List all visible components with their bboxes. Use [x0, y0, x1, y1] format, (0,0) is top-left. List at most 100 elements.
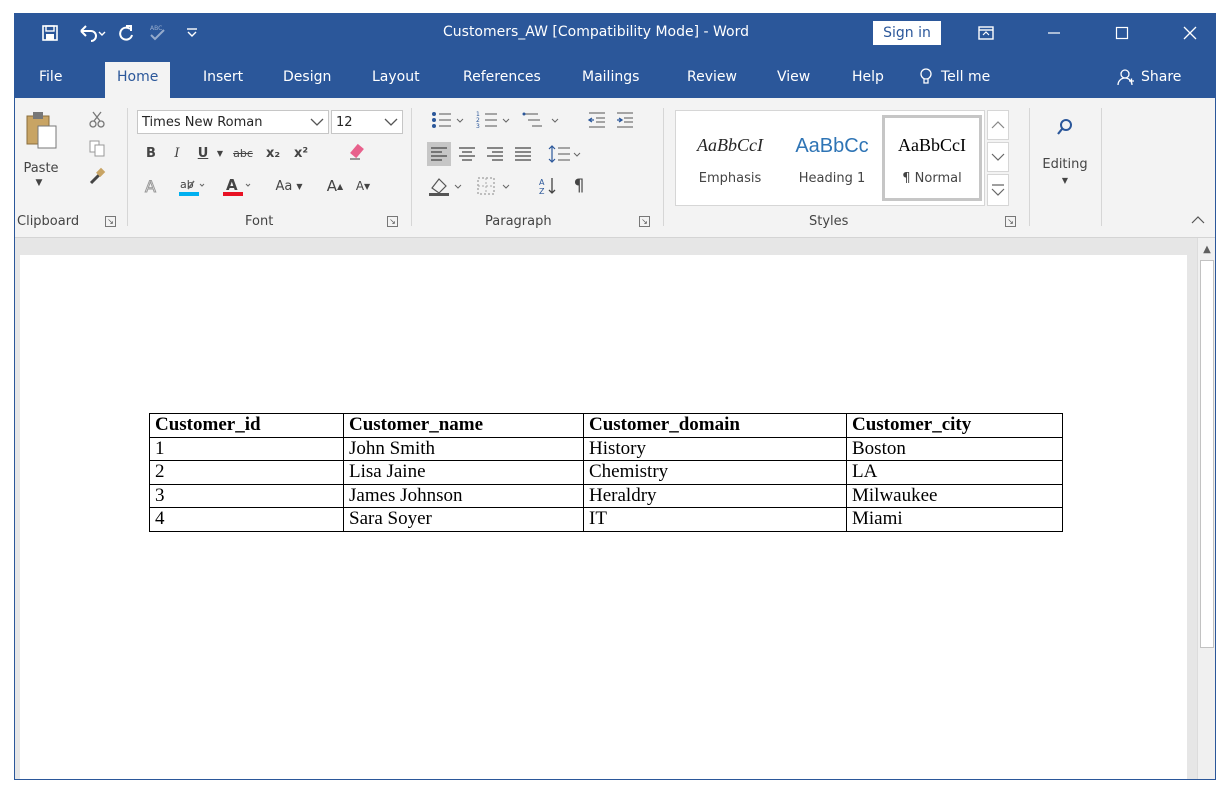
styles-scroll-down-icon[interactable] — [987, 142, 1009, 172]
paragraph-launcher-icon[interactable]: ↘ — [639, 216, 650, 227]
customer-table[interactable]: Customer_id Customer_name Customer_domai… — [149, 413, 1063, 532]
tell-me-search[interactable]: Tell me — [919, 66, 990, 88]
customize-qat-icon[interactable] — [181, 20, 203, 46]
style-emphasis[interactable]: AaBbCcI Emphasis — [680, 115, 780, 201]
table-cell[interactable]: LA — [846, 460, 1063, 485]
decrease-indent-icon[interactable] — [585, 108, 609, 132]
tab-help[interactable]: Help — [852, 66, 884, 98]
numbering-icon[interactable]: 123 — [473, 108, 517, 132]
vertical-scrollbar[interactable]: ▲ — [1197, 238, 1215, 779]
increase-indent-icon[interactable] — [613, 108, 637, 132]
copy-icon[interactable] — [85, 136, 109, 160]
strikethrough-button[interactable]: abc — [229, 142, 257, 164]
table-cell[interactable]: 4 — [149, 507, 344, 532]
sign-in-button[interactable]: Sign in — [873, 21, 941, 45]
align-left-icon[interactable] — [427, 142, 451, 166]
scroll-up-icon[interactable]: ▲ — [1200, 242, 1214, 256]
text-effects-icon[interactable]: A — [139, 174, 165, 198]
table-cell[interactable]: 3 — [149, 483, 344, 508]
minimize-icon[interactable] — [1031, 14, 1077, 52]
paste-dropdown-icon[interactable]: ▼ — [29, 176, 49, 190]
table-header-cell[interactable]: Customer_domain — [583, 413, 847, 438]
style-heading-1[interactable]: AaBbCc Heading 1 — [782, 115, 882, 201]
redo-icon[interactable] — [113, 20, 139, 46]
tab-mailings[interactable]: Mailings — [582, 66, 639, 98]
tab-file[interactable]: File — [39, 66, 62, 98]
font-name-combo[interactable]: Times New Roman — [137, 110, 329, 134]
table-cell[interactable]: Boston — [846, 436, 1063, 461]
table-cell[interactable]: IT — [583, 507, 847, 532]
cut-icon[interactable] — [85, 108, 109, 132]
table-cell[interactable]: Heraldry — [583, 483, 847, 508]
table-header-cell[interactable]: Customer_id — [149, 413, 344, 438]
borders-icon[interactable] — [473, 174, 517, 198]
table-cell[interactable]: James Johnson — [343, 483, 584, 508]
styles-scroll-up-icon[interactable] — [987, 110, 1009, 140]
text-highlight-icon[interactable]: ab — [175, 174, 209, 198]
font-color-icon[interactable]: A — [219, 174, 255, 198]
ribbon-display-options-icon[interactable] — [963, 14, 1009, 52]
table-cell[interactable]: 2 — [149, 460, 344, 485]
underline-dropdown-icon[interactable]: ▼ — [213, 142, 227, 164]
styles-launcher-icon[interactable]: ↘ — [1005, 216, 1016, 227]
tab-home[interactable]: Home — [105, 62, 171, 98]
share-button[interactable]: Share — [1117, 66, 1181, 88]
spelling-check-icon[interactable]: ABC — [143, 20, 171, 46]
shading-icon[interactable] — [425, 174, 469, 198]
tab-design[interactable]: Design — [283, 66, 331, 98]
scrollbar-thumb[interactable] — [1200, 260, 1214, 648]
paste-label[interactable]: Paste — [19, 158, 63, 178]
grow-font-button[interactable]: A ▲ — [323, 174, 347, 198]
change-case-button[interactable]: Aa ▼ — [267, 174, 311, 198]
save-icon[interactable] — [37, 20, 63, 46]
tab-view[interactable]: View — [777, 66, 810, 98]
tab-insert[interactable]: Insert — [203, 66, 243, 98]
tab-references[interactable]: References — [463, 66, 541, 98]
table-cell[interactable]: Sara Soyer — [343, 507, 584, 532]
styles-more-icon[interactable] — [987, 174, 1009, 206]
clipboard-launcher-icon[interactable]: ↘ — [105, 216, 116, 227]
style-normal-name: ¶ Normal — [902, 171, 962, 186]
sort-icon[interactable]: AZ — [535, 174, 561, 198]
collapse-ribbon-icon[interactable] — [1189, 212, 1207, 228]
align-right-icon[interactable] — [483, 142, 507, 166]
editing-button[interactable]: Editing — [1035, 154, 1095, 174]
underline-button[interactable]: U — [193, 142, 213, 164]
tab-review[interactable]: Review — [687, 66, 737, 98]
italic-button[interactable]: I — [167, 142, 187, 164]
document-page[interactable]: Customer_id Customer_name Customer_domai… — [20, 255, 1187, 779]
table-cell[interactable]: Miami — [846, 507, 1063, 532]
table-cell[interactable]: History — [583, 436, 847, 461]
search-icon[interactable] — [1045, 110, 1085, 144]
table-header-cell[interactable]: Customer_city — [846, 413, 1063, 438]
tab-layout[interactable]: Layout — [372, 66, 420, 98]
justify-icon[interactable] — [511, 142, 535, 166]
multilevel-list-icon[interactable] — [519, 108, 567, 132]
font-size-combo[interactable]: 12 — [331, 110, 403, 134]
style-emphasis-name: Emphasis — [698, 171, 762, 186]
style-normal[interactable]: AaBbCcI ¶ Normal — [882, 115, 982, 201]
superscript-button[interactable]: x² — [289, 142, 313, 164]
close-icon[interactable] — [1167, 14, 1213, 52]
line-spacing-icon[interactable] — [545, 142, 585, 166]
undo-icon[interactable] — [75, 20, 109, 46]
format-painter-icon[interactable] — [85, 164, 109, 188]
font-launcher-icon[interactable]: ↘ — [387, 216, 398, 227]
paste-icon[interactable] — [21, 108, 61, 152]
table-header-cell[interactable]: Customer_name — [343, 413, 584, 438]
maximize-icon[interactable] — [1099, 14, 1145, 52]
align-center-icon[interactable] — [455, 142, 479, 166]
editing-dropdown-icon[interactable]: ▼ — [1055, 174, 1075, 186]
bold-button[interactable]: B — [141, 142, 161, 164]
clear-formatting-icon[interactable] — [345, 140, 369, 164]
table-cell[interactable]: 1 — [149, 436, 344, 461]
show-formatting-marks-button[interactable]: ¶ — [567, 174, 591, 198]
table-cell[interactable]: John Smith — [343, 436, 584, 461]
shrink-font-button[interactable]: A ▼ — [351, 174, 375, 198]
subscript-button[interactable]: x₂ — [261, 142, 285, 164]
table-cell[interactable]: Lisa Jaine — [343, 460, 584, 485]
table-cell[interactable]: Milwaukee — [846, 483, 1063, 508]
bullets-icon[interactable] — [427, 108, 471, 132]
style-heading-1-name: Heading 1 — [798, 171, 866, 186]
table-cell[interactable]: Chemistry — [583, 460, 847, 485]
